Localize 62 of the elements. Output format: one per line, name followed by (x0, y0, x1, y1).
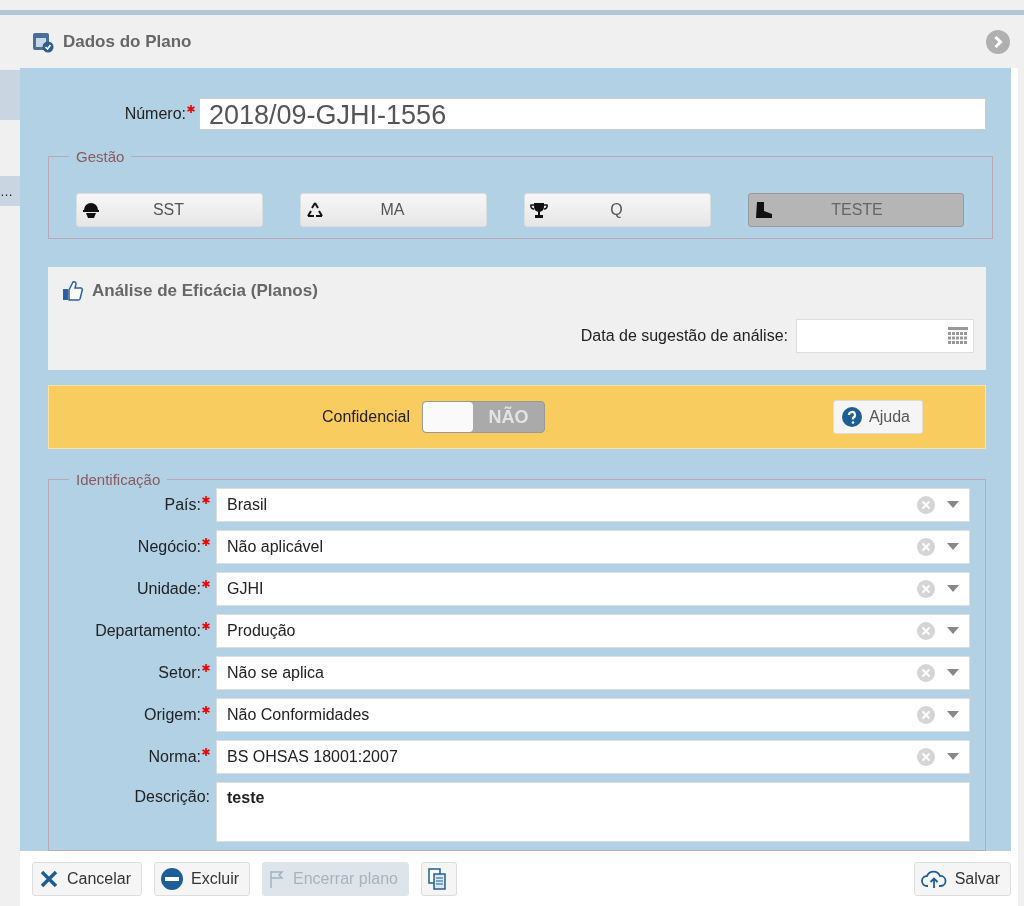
side-list-row[interactable]: … (0, 176, 20, 206)
calendar-icon[interactable] (948, 327, 968, 345)
caret-icon[interactable] (947, 543, 959, 551)
caret-icon[interactable] (947, 753, 959, 761)
field-label: Número: (124, 105, 186, 122)
toolbar-button[interactable]: Cancelar (32, 861, 143, 896)
flag-icon (269, 869, 286, 888)
recycle-icon (306, 201, 324, 219)
caret-icon[interactable] (947, 711, 959, 719)
trophy-icon (530, 201, 548, 219)
caret-icon[interactable] (947, 627, 959, 635)
select-field[interactable]: Não se aplica (216, 656, 970, 690)
select-field[interactable]: Não Conformidades (216, 698, 970, 732)
clear-icon[interactable] (917, 664, 935, 682)
clear-icon[interactable] (917, 496, 935, 514)
clear-icon[interactable] (917, 748, 935, 766)
close-icon (39, 868, 59, 889)
clear-icon[interactable] (917, 706, 935, 724)
helmet-icon (82, 201, 100, 219)
calendar-check-icon (32, 30, 54, 53)
truncated-text: … (0, 184, 13, 198)
clear-icon[interactable] (917, 622, 935, 640)
minus-circle-icon (161, 867, 184, 890)
toggle-button[interactable]: SST (76, 193, 263, 227)
copy-icon (428, 867, 446, 890)
toolbar-button[interactable]: Excluir (154, 861, 251, 896)
toolbar-button[interactable] (421, 861, 457, 896)
field-label: Confidencial (322, 408, 411, 426)
select-field[interactable]: GJHI (216, 572, 970, 606)
question-icon (842, 407, 863, 427)
help-button[interactable]: Ajuda (833, 400, 923, 434)
field-label: Origem: (144, 706, 201, 723)
toggle-button[interactable]: Q (524, 193, 711, 227)
field-label: Unidade: (136, 580, 201, 597)
select-field[interactable]: Não aplicável (216, 530, 970, 564)
group-legend: Identificação (69, 471, 168, 488)
clear-icon[interactable] (917, 580, 935, 598)
number-field[interactable]: 2018/09-GJHI-1556 (199, 98, 986, 130)
field-label: Descrição: (134, 788, 210, 805)
caret-icon[interactable] (947, 501, 959, 509)
window-title: Dados do Plano (63, 31, 193, 52)
field-label: Departamento: (95, 622, 201, 639)
group-legend: Gestão (69, 148, 132, 165)
date-field[interactable] (796, 319, 974, 353)
field-label: Setor: (158, 664, 201, 681)
chevron-right-icon[interactable] (986, 29, 1010, 54)
select-field[interactable]: BS OHSAS 18001:2007 (216, 740, 970, 774)
section-title: Análise de Eficácia (Planos) (92, 281, 318, 301)
field-label: Negócio: (137, 538, 201, 555)
toggle-button[interactable]: MA (300, 193, 487, 227)
caret-icon[interactable] (947, 585, 959, 593)
clear-icon[interactable] (917, 538, 935, 556)
save-button[interactable]: Salvar (913, 861, 1011, 896)
field-label: Norma: (148, 748, 201, 765)
field-label: País: (164, 496, 201, 513)
cloud-upload-icon (920, 868, 947, 889)
select-field[interactable]: Produção (216, 614, 970, 648)
select-field[interactable]: Brasil (216, 488, 970, 522)
text-area[interactable]: teste (216, 782, 970, 842)
thumbs-up-icon (62, 281, 84, 301)
caret-icon[interactable] (947, 669, 959, 677)
field-label: Data de sugestão de análise: (580, 327, 788, 345)
